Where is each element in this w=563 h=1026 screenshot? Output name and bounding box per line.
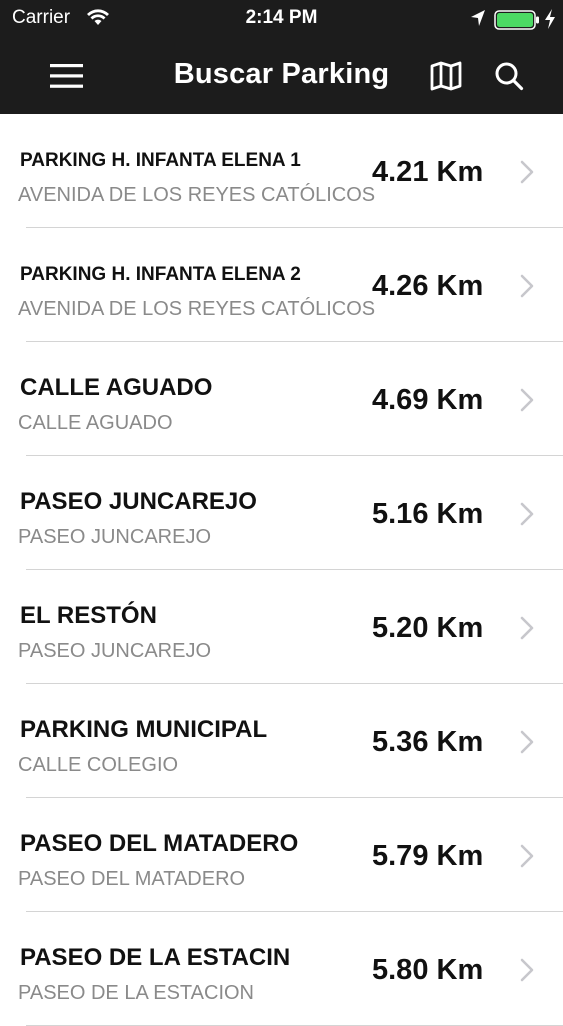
parking-row[interactable]: PARKING H. INFANTA ELENA 2 AVENIDA DE LO…	[0, 228, 563, 342]
parking-name: PARKING H. INFANTA ELENA 2	[20, 264, 301, 285]
parking-row[interactable]: PASEO DEL MATADERO PASEO DEL MATADERO 5.…	[0, 798, 563, 912]
charging-bolt-icon	[544, 8, 556, 35]
chevron-right-icon	[520, 844, 534, 873]
parking-row[interactable]: PASEO DE LA ESTACIN PASEO DE LA ESTACION…	[0, 912, 563, 1026]
parking-distance: 4.69 Km	[372, 384, 484, 416]
parking-distance: 5.36 Km	[372, 726, 484, 758]
chevron-right-icon	[520, 958, 534, 987]
parking-address: AVENIDA DE LOS REYES CATÓLICOS	[18, 298, 376, 320]
parking-address: PASEO DE LA ESTACION	[18, 982, 254, 1004]
parking-row[interactable]: PARKING MUNICIPAL CALLE COLEGIO 5.36 Km	[0, 684, 563, 798]
parking-name: PARKING MUNICIPAL	[20, 716, 268, 743]
chevron-right-icon	[520, 388, 534, 417]
search-icon	[495, 62, 524, 91]
chevron-right-icon	[520, 502, 534, 531]
parking-name: PASEO DEL MATADERO	[20, 830, 299, 857]
parking-name: PASEO DE LA ESTACIN	[20, 944, 291, 971]
parking-name: PASEO JUNCAREJO	[20, 488, 257, 515]
search-button[interactable]	[494, 61, 524, 96]
location-arrow-icon	[470, 9, 486, 32]
chevron-right-icon	[520, 274, 534, 303]
map-button[interactable]	[430, 61, 462, 96]
parking-address: PASEO DEL MATADERO	[18, 868, 246, 890]
parking-name: CALLE AGUADO	[20, 374, 213, 401]
parking-distance: 4.21 Km	[372, 156, 484, 188]
chevron-right-icon	[520, 616, 534, 645]
page-title: Buscar Parking	[173, 58, 390, 90]
parking-distance: 5.80 Km	[372, 954, 484, 986]
parking-row[interactable]: CALLE AGUADO CALLE AGUADO 4.69 Km	[0, 342, 563, 456]
parking-row[interactable]: PARKING H. INFANTA ELENA 1 AVENIDA DE LO…	[0, 114, 563, 228]
parking-address: PASEO JUNCAREJO	[18, 526, 211, 548]
parking-row[interactable]: PASEO JUNCAREJO PASEO JUNCAREJO 5.16 Km	[0, 456, 563, 570]
parking-list: PARKING H. INFANTA ELENA 1 AVENIDA DE LO…	[0, 114, 563, 1026]
navigation-bar: Buscar Parking	[0, 38, 563, 114]
map-icon	[430, 61, 462, 91]
battery-icon	[494, 10, 540, 35]
parking-distance: 5.20 Km	[372, 612, 484, 644]
status-bar: Carrier 2:14 PM	[0, 0, 563, 38]
parking-address: CALLE AGUADO	[18, 412, 173, 434]
parking-address: PASEO JUNCAREJO	[18, 640, 211, 662]
chevron-right-icon	[520, 730, 534, 759]
chevron-right-icon	[520, 160, 534, 189]
parking-address: AVENIDA DE LOS REYES CATÓLICOS	[18, 184, 376, 206]
parking-address: CALLE COLEGIO	[18, 754, 179, 776]
parking-distance: 4.26 Km	[372, 270, 484, 302]
parking-distance: 5.79 Km	[372, 840, 484, 872]
parking-row[interactable]: EL RESTÓN PASEO JUNCAREJO 5.20 Km	[0, 570, 563, 684]
parking-distance: 5.16 Km	[372, 498, 484, 530]
parking-name: PARKING H. INFANTA ELENA 1	[20, 150, 301, 171]
parking-name: EL RESTÓN	[20, 602, 157, 629]
